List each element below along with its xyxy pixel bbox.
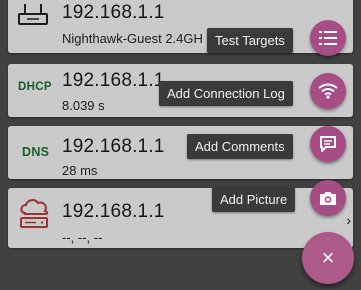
add-connection-log-button[interactable] <box>310 73 346 109</box>
test-targets-button[interactable] <box>310 20 346 56</box>
cloud-icon <box>20 199 49 228</box>
card-latency: 28 ms <box>62 163 98 178</box>
add-picture-button[interactable] <box>310 180 346 216</box>
card-ssid: Nighthawk-Guest 2.4GH <box>62 31 203 46</box>
chevron-right-icon: › <box>346 212 351 228</box>
wifi-icon <box>318 83 338 99</box>
card-ip: 192.168.1.1 <box>62 201 165 222</box>
dns-label: DNS <box>22 145 50 159</box>
dhcp-label: DHCP <box>18 81 52 93</box>
result-card-wifi[interactable]: 192.168.1.1 Nighthawk-Guest 2.4GH <box>8 0 353 53</box>
add-connection-log-label[interactable]: Add Connection Log <box>159 81 293 106</box>
router-icon <box>18 4 48 25</box>
result-card-internet[interactable]: 192.168.1.1 --, --, -- › <box>8 188 353 248</box>
close-speed-dial-button[interactable]: × <box>302 232 354 284</box>
test-targets-label[interactable]: Test Targets <box>207 28 293 53</box>
add-comments-button[interactable] <box>310 126 346 162</box>
card-ip: 192.168.1.1 <box>62 136 165 157</box>
add-comments-label[interactable]: Add Comments <box>187 134 293 159</box>
add-picture-label[interactable]: Add Picture <box>212 187 296 212</box>
card-ip: 192.168.1.1 <box>62 2 165 23</box>
close-icon: × <box>321 245 335 270</box>
list-icon <box>319 31 337 45</box>
comment-icon <box>320 136 336 152</box>
card-time: 8.039 s <box>62 98 105 113</box>
result-card-dns[interactable]: DNS 192.168.1.1 28 ms <box>8 126 353 179</box>
card-ip: 192.168.1.1 <box>62 70 165 91</box>
card-details: --, --, -- <box>62 230 103 245</box>
camera-icon <box>320 192 336 205</box>
